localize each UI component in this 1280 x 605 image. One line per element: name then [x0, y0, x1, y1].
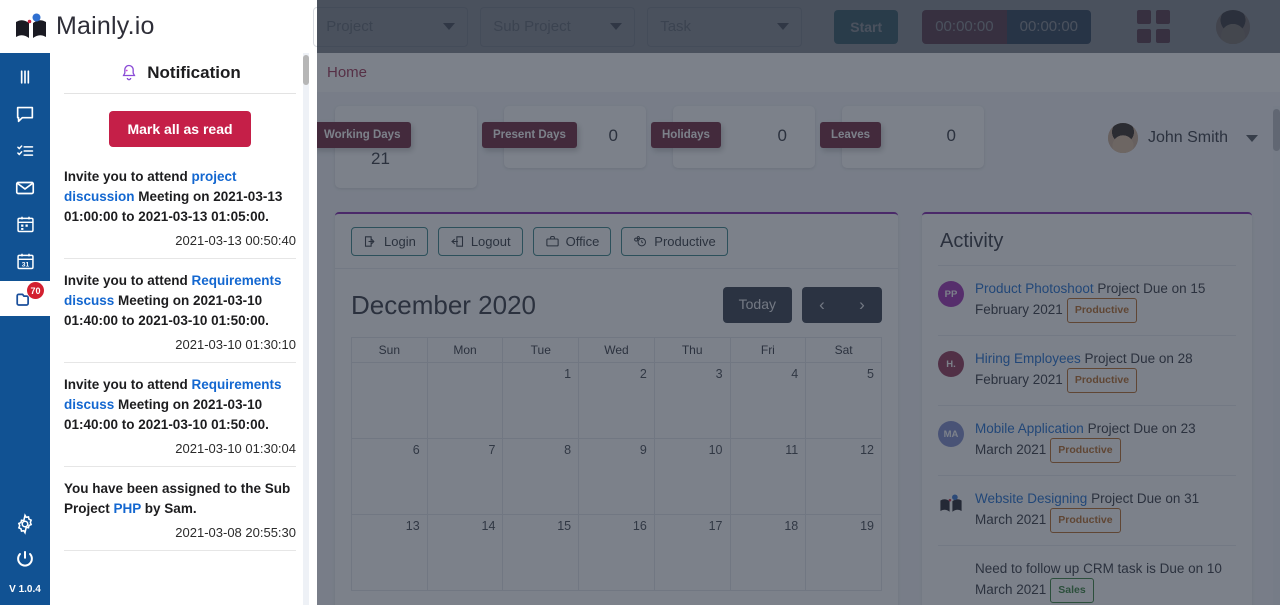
notification-title: Notification — [147, 63, 241, 82]
notification-scrollbar[interactable] — [303, 53, 309, 605]
divider — [64, 550, 296, 551]
sidebar-item-mail[interactable] — [0, 170, 50, 205]
menu-bars-icon — [15, 67, 35, 87]
notification-text: Invite you to attend Requirements discus… — [64, 375, 296, 435]
sidebar-item-calendar[interactable] — [0, 207, 50, 242]
sidebar-item-power[interactable] — [0, 541, 50, 576]
notification-link[interactable]: PHP — [114, 501, 142, 516]
sidebar-item-menu-bars[interactable] — [0, 59, 50, 94]
notification-suffix: by Sam. — [141, 501, 197, 516]
sidebar-item-calendar-31[interactable]: 31 — [0, 244, 50, 279]
notification-count-badge: 70 — [27, 282, 44, 299]
calendar-31-icon: 31 — [15, 251, 36, 272]
mail-icon — [14, 177, 36, 199]
sidebar-item-chat[interactable] — [0, 96, 50, 131]
calendar-icon — [15, 214, 36, 235]
version-label: V 1.0.4 — [9, 584, 41, 595]
gear-icon — [17, 512, 33, 535]
bell-icon — [122, 64, 136, 81]
notification-item[interactable]: Invite you to attend Requirements discus… — [50, 271, 310, 362]
brand-name: Mainly.io — [56, 12, 155, 40]
notification-prefix: Invite you to attend — [64, 377, 192, 392]
tasklist-icon — [14, 141, 36, 161]
divider — [64, 362, 296, 363]
notification-prefix: Invite you to attend — [64, 169, 192, 184]
divider — [64, 466, 296, 467]
sidebar-rail: 31 70 V 1.0.4 — [0, 53, 50, 605]
notification-timestamp: 2021-03-10 01:30:10 — [175, 337, 296, 352]
power-icon — [17, 550, 33, 567]
modal-overlay[interactable] — [317, 0, 1280, 605]
chat-icon — [14, 103, 36, 125]
modal-overlay-top[interactable] — [317, 0, 1280, 53]
notification-item[interactable]: Invite you to attend Requirements discus… — [50, 375, 310, 466]
notification-timestamp: 2021-03-13 00:50:40 — [175, 233, 296, 248]
notification-timestamp: 2021-03-10 01:30:04 — [175, 441, 296, 456]
sidebar-item-tasklist[interactable] — [0, 133, 50, 168]
notification-text: Invite you to attend project discussion … — [64, 167, 296, 227]
notification-item[interactable]: Invite you to attend project discussion … — [50, 167, 310, 258]
sidebar-item-folder[interactable]: 70 — [0, 281, 50, 316]
book-logo-icon — [14, 13, 48, 41]
notification-text: You have been assigned to the Sub Projec… — [64, 479, 296, 519]
sidebar-item-settings[interactable] — [0, 506, 50, 541]
notification-header: Notification — [50, 53, 310, 93]
notification-prefix: Invite you to attend — [64, 273, 192, 288]
svg-text:31: 31 — [21, 261, 29, 268]
notification-panel: Notification Mark all as read Invite you… — [50, 53, 310, 605]
divider — [64, 258, 296, 259]
notification-scrollbar-thumb[interactable] — [303, 55, 309, 85]
brand[interactable]: Mainly.io — [0, 0, 314, 53]
notification-text: Invite you to attend Requirements discus… — [64, 271, 296, 331]
notification-item[interactable]: You have been assigned to the Sub Projec… — [50, 479, 310, 550]
mark-all-as-read-button[interactable]: Mark all as read — [109, 111, 251, 147]
notification-timestamp: 2021-03-08 20:55:30 — [175, 525, 296, 540]
